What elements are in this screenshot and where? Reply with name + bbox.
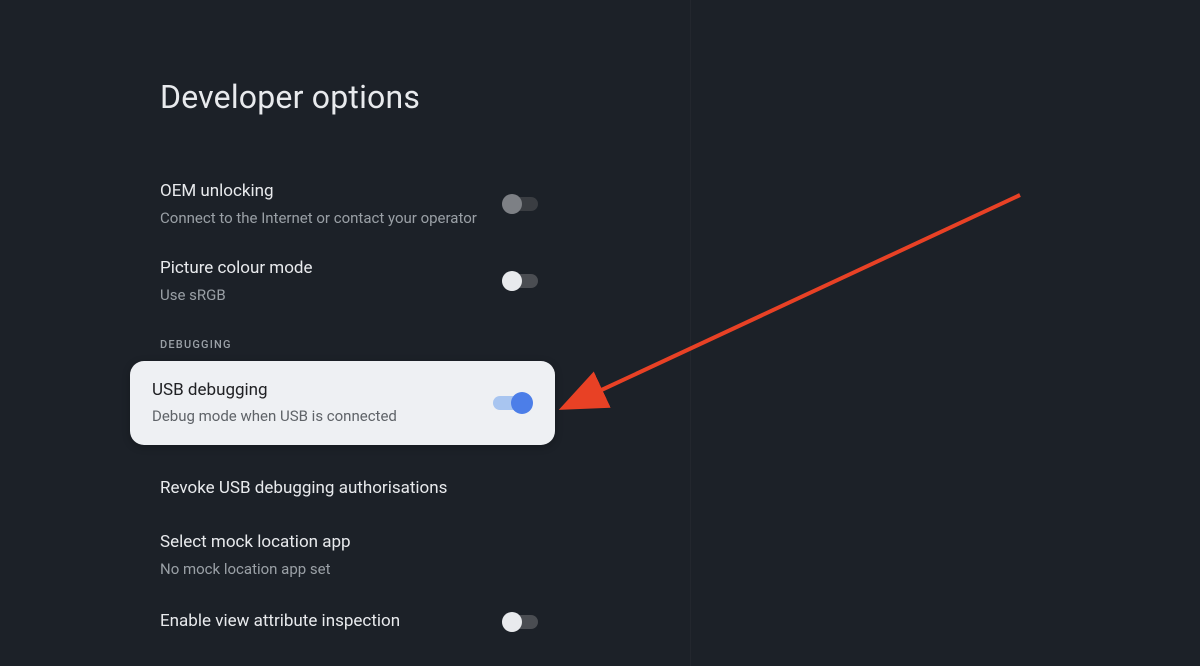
spacer xyxy=(160,451,560,461)
page-title: Developer options xyxy=(160,78,560,116)
setting-subtitle: Use sRGB xyxy=(160,285,482,306)
setting-subtitle: Debug mode when USB is connected xyxy=(152,406,473,427)
setting-usb-debugging[interactable]: USB debugging Debug mode when USB is con… xyxy=(130,361,555,446)
panel-divider xyxy=(690,0,691,666)
setting-subtitle: No mock location app set xyxy=(160,559,540,580)
setting-text: Enable view attribute inspection xyxy=(160,610,502,634)
toggle-thumb xyxy=(502,612,522,632)
setting-title: Picture colour mode xyxy=(160,257,482,281)
setting-mock-location[interactable]: Select mock location app No mock locatio… xyxy=(160,517,560,594)
setting-view-attribute-inspection[interactable]: Enable view attribute inspection xyxy=(160,594,560,650)
setting-title: Revoke USB debugging authorisations xyxy=(160,477,540,501)
setting-title: Enable view attribute inspection xyxy=(160,610,482,634)
setting-picture-colour-mode[interactable]: Picture colour mode Use sRGB xyxy=(160,243,560,320)
setting-revoke-usb-auth[interactable]: Revoke USB debugging authorisations xyxy=(160,461,560,517)
setting-text: Revoke USB debugging authorisations xyxy=(160,477,560,501)
setting-text: Picture colour mode Use sRGB xyxy=(160,257,502,306)
setting-text: USB debugging Debug mode when USB is con… xyxy=(152,379,493,428)
toggle-picture-colour-mode[interactable] xyxy=(502,270,542,292)
setting-text: OEM unlocking Connect to the Internet or… xyxy=(160,180,502,229)
setting-subtitle: Connect to the Internet or contact your … xyxy=(160,208,482,229)
setting-title: OEM unlocking xyxy=(160,180,482,204)
toggle-oem-unlocking[interactable] xyxy=(502,193,542,215)
toggle-thumb xyxy=(502,194,522,214)
toggle-thumb xyxy=(502,271,522,291)
section-header-debugging: DEBUGGING xyxy=(160,338,560,351)
settings-panel: Developer options OEM unlocking Connect … xyxy=(0,0,560,650)
setting-text: Select mock location app No mock locatio… xyxy=(160,531,560,580)
setting-title: USB debugging xyxy=(152,379,473,403)
setting-title: Select mock location app xyxy=(160,531,540,555)
toggle-view-attribute-inspection[interactable] xyxy=(502,611,542,633)
setting-oem-unlocking[interactable]: OEM unlocking Connect to the Internet or… xyxy=(160,166,560,243)
toggle-usb-debugging[interactable] xyxy=(493,392,533,414)
toggle-thumb xyxy=(511,392,533,414)
